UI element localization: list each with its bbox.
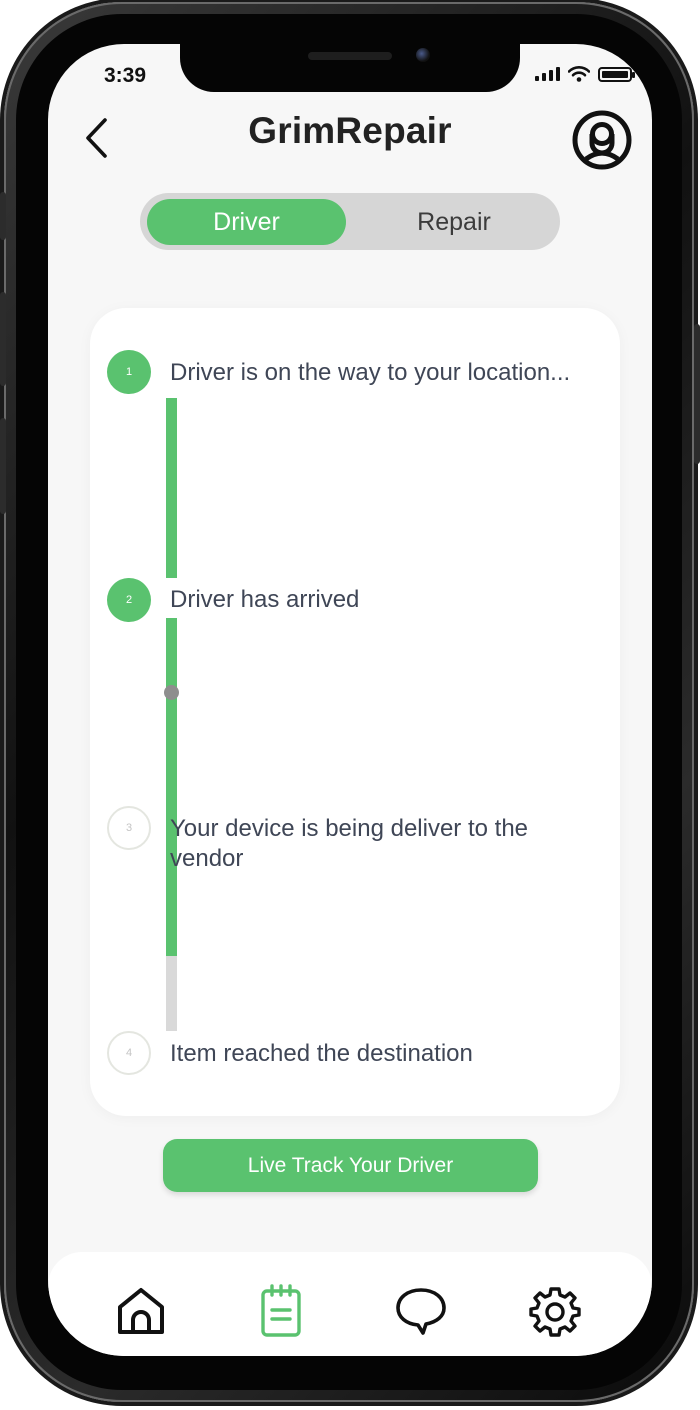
- step-1-indicator: 1: [107, 350, 151, 394]
- phone-notch: [180, 44, 520, 92]
- nav-messages[interactable]: [394, 1284, 448, 1338]
- step-2-indicator: 2: [107, 578, 151, 622]
- step-3-text: Your device is being deliver to the vend…: [170, 815, 529, 872]
- delivery-timeline-card: [90, 308, 620, 1116]
- timeline-progress-indicator: [164, 685, 179, 700]
- timeline-connector-pending: [166, 956, 177, 1031]
- phone-side-button: [0, 192, 6, 240]
- nav-settings[interactable]: [528, 1284, 582, 1338]
- profile-button[interactable]: [572, 110, 632, 170]
- battery-icon: [598, 66, 635, 82]
- nav-home[interactable]: [114, 1284, 168, 1338]
- front-camera: [416, 48, 430, 62]
- step-2-text: Driver has arrived: [170, 586, 360, 613]
- live-track-driver-button[interactable]: Live Track Your Driver: [163, 1139, 538, 1192]
- page-title: GrimRepair: [248, 110, 452, 151]
- step-4-text: Item reached the destination: [170, 1040, 473, 1067]
- earpiece-speaker: [308, 52, 392, 60]
- settings-gear-icon: [529, 1287, 581, 1337]
- timeline-connector-completed: [166, 398, 177, 578]
- status-icons: [535, 66, 635, 82]
- bottom-navigation-bar: [48, 1252, 652, 1356]
- clipboard-icon: [261, 1284, 301, 1337]
- step-3-indicator: 3: [107, 806, 151, 850]
- nav-orders[interactable]: [254, 1284, 308, 1338]
- driver-repair-toggle: Driver Repair: [140, 193, 560, 250]
- phone-volume-down: [0, 418, 6, 514]
- home-icon: [118, 1288, 164, 1334]
- step-1-text: Driver is on the way to your location...: [170, 359, 571, 386]
- chat-bubble-icon: [396, 1288, 446, 1335]
- phone-volume-up: [0, 292, 6, 386]
- app-screen: 3:39 GrimRepair Driver Repair 1 Driver i…: [48, 44, 652, 1356]
- tab-repair[interactable]: Repair: [354, 199, 554, 245]
- tab-driver[interactable]: Driver: [147, 199, 346, 245]
- step-4-indicator: 4: [107, 1031, 151, 1075]
- cellular-signal-icon: [535, 67, 560, 81]
- wifi-icon: [568, 66, 590, 82]
- user-profile-icon: [572, 110, 632, 170]
- timeline-connector-in-progress: [166, 618, 177, 958]
- status-time: 3:39: [104, 64, 147, 87]
- phone-power-button: [694, 324, 700, 464]
